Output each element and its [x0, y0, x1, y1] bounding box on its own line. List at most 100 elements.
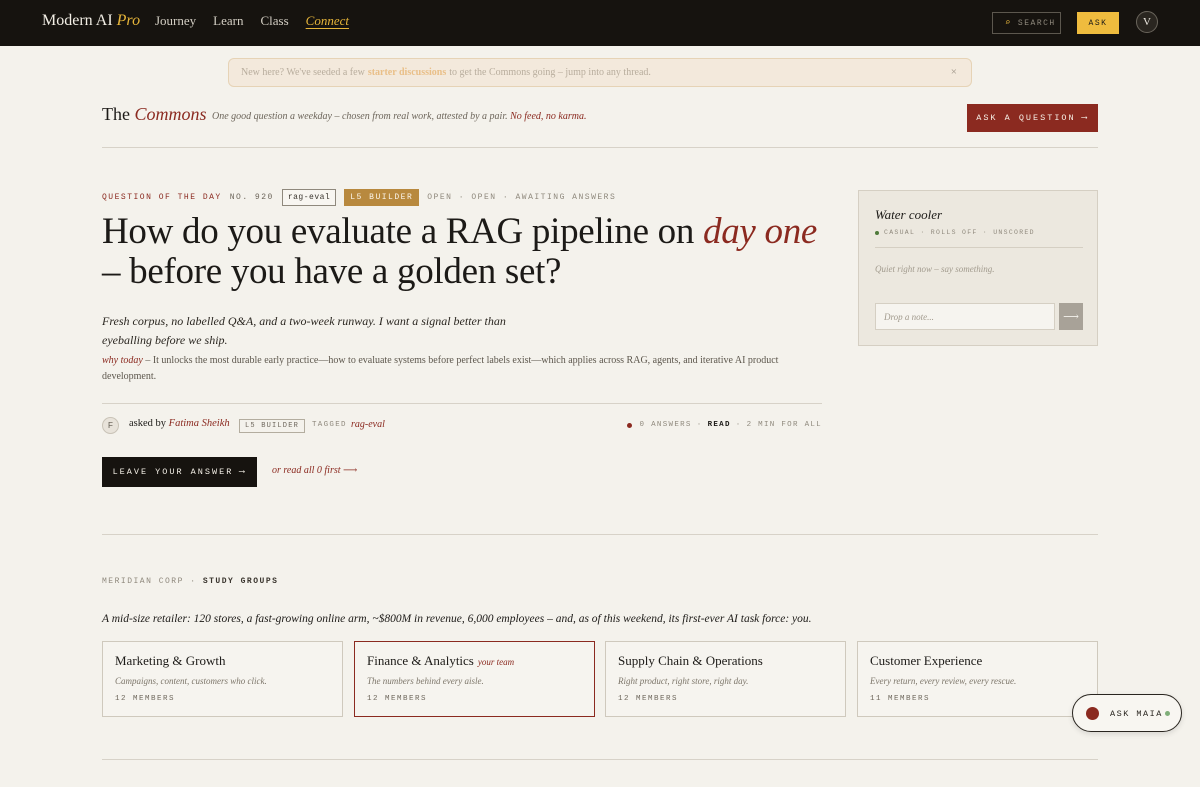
leave-answer-label: LEAVE YOUR ANSWER [112, 467, 234, 477]
status-dot [626, 422, 632, 428]
answer-count: 0 ANSWERS [639, 421, 692, 429]
arrow-right-icon: ⟶ [343, 465, 358, 476]
nav-link-learn[interactable]: Learn [213, 13, 243, 29]
group-title: Customer Experience [870, 653, 983, 668]
page-title: The Commons [102, 104, 207, 125]
water-cooler-title: Water cooler [875, 207, 943, 222]
water-cooler-empty: Quiet right now – say something. [875, 264, 995, 274]
brand-logo[interactable]: Modern AI Pro [42, 12, 140, 30]
ask-question-label: ASK A QUESTION [976, 113, 1076, 123]
study-groups-label: MERIDIAN CORP · STUDY GROUPS [102, 577, 279, 586]
ask-button[interactable]: ASK [1077, 12, 1119, 34]
headline-part-b: – before you have a golden set? [102, 251, 562, 292]
leave-answer-button[interactable]: LEAVE YOUR ANSWER ⟶ [102, 457, 257, 487]
asked-by: asked by Fatima Sheikh [129, 418, 230, 429]
why-today: why today – It unlocks the most durable … [102, 353, 822, 385]
level-badge: L5 BUILDER [344, 189, 420, 206]
group-card-finance[interactable]: Finance & Analytics your team The numbers… [354, 641, 595, 717]
group-card-customer-experience[interactable]: Customer Experience Every return, every … [857, 641, 1098, 717]
title-accent: Commons [134, 104, 207, 124]
read-time: 2 MIN FOR ALL [746, 421, 822, 429]
why-text: – It unlocks the most durable early prac… [102, 355, 779, 382]
group-members: 12 MEMBERS [115, 695, 176, 703]
group-members: 12 MEMBERS [367, 695, 428, 703]
tagged-label: TAGGED [312, 421, 347, 429]
separator: · [735, 421, 742, 429]
tagline-accent: No feed, no karma. [510, 111, 587, 122]
group-card-marketing[interactable]: Marketing & Growth Campaigns, content, c… [102, 641, 343, 717]
online-dot [1165, 711, 1170, 716]
divider [102, 147, 1098, 148]
water-cooler-meta-text: CASUAL · ROLLS OFF · UNSCORED [884, 229, 1035, 236]
divider [102, 403, 822, 404]
nav-link-class[interactable]: Class [260, 13, 288, 29]
group-members: 11 MEMBERS [870, 695, 931, 703]
group-name: Finance & Analytics your team [367, 653, 514, 669]
arrow-right-icon: ⟶ [1081, 113, 1089, 123]
qotd-label: QUESTION OF THE DAY [102, 193, 222, 202]
ask-maia-button[interactable]: ASK MAIA [1072, 694, 1182, 732]
read-all-label: or read all 0 first [272, 465, 341, 476]
page-tagline: One good question a weekday – chosen fro… [212, 111, 587, 122]
study-groups-intro: A mid-size retailer: 120 stores, a fast-… [102, 613, 812, 625]
status-text: OPEN · OPEN · AWAITING ANSWERS [427, 193, 617, 202]
arrow-right-icon: ⟶ [1063, 311, 1079, 323]
group-desc: Campaigns, content, customers who click. [115, 676, 267, 686]
group-name: Supply Chain & Operations [618, 653, 763, 669]
read-label: READ [707, 421, 731, 429]
tag-link[interactable]: rag-eval [351, 419, 385, 430]
arrow-right-icon: ⟶ [239, 467, 247, 477]
group-name: Marketing & Growth [115, 653, 225, 669]
nav-link-journey[interactable]: Journey [155, 13, 196, 29]
close-icon[interactable]: × [951, 66, 957, 78]
nav-link-connect[interactable]: Connect [306, 13, 349, 29]
nav-links: Journey Learn Class Connect [155, 13, 349, 29]
title-prefix: The [102, 104, 130, 124]
search-icon: ⌕ [1005, 18, 1012, 28]
org-name: MERIDIAN CORP [102, 577, 184, 586]
brand-accent: Pro [116, 12, 141, 29]
welcome-banner: New here? We've seeded a few starter dis… [228, 58, 972, 87]
avatar: F [102, 417, 119, 434]
section-name: STUDY GROUPS [202, 577, 279, 586]
asked-by-label: asked by [129, 418, 167, 429]
ask-question-button[interactable]: ASK A QUESTION ⟶ [967, 104, 1098, 132]
group-title: Supply Chain & Operations [618, 653, 763, 668]
asker-name[interactable]: Fatima Sheikh [169, 418, 230, 429]
qotd-meta: QUESTION OF THE DAY NO. 920 rag-eval L5 … [102, 189, 616, 206]
why-label: why today [102, 355, 143, 366]
banner-text-suffix: to get the Commons going – jump into any… [449, 67, 651, 78]
question-stats: 0 ANSWERS · READ · 2 MIN FOR ALL [626, 421, 822, 429]
tag-chip[interactable]: rag-eval [281, 189, 337, 206]
group-desc: Every return, every review, every rescue… [870, 676, 1017, 686]
group-title: Marketing & Growth [115, 653, 226, 668]
divider [102, 759, 1098, 760]
search-button[interactable]: ⌕ SEARCH [992, 12, 1061, 34]
group-card-supply-chain[interactable]: Supply Chain & Operations Right product,… [605, 641, 846, 717]
water-cooler-panel: Water cooler CASUAL · ROLLS OFF · UNSCOR… [858, 190, 1098, 346]
user-avatar[interactable]: V [1136, 11, 1158, 33]
group-name: Customer Experience [870, 653, 982, 669]
banner-text: New here? We've seeded a few [241, 67, 365, 78]
question-lede: Fresh corpus, no labelled Q&A, and a two… [102, 314, 506, 347]
question-headline: How do you evaluate a RAG pipeline on da… [102, 212, 822, 292]
send-button[interactable]: ⟶ [1059, 303, 1083, 330]
qotd-number: NO. 920 [229, 193, 274, 202]
brand-name: Modern AI [42, 12, 113, 29]
asker-level-badge: L5 BUILDER [239, 419, 306, 433]
divider [102, 534, 1098, 535]
ask-maia-label: ASK MAIA [1110, 709, 1163, 719]
your-team-badge: your team [477, 657, 515, 667]
note-input[interactable] [875, 303, 1055, 330]
asker-row: F asked by Fatima Sheikh L5 BUILDER TAGG… [102, 416, 822, 436]
water-cooler-meta: CASUAL · ROLLS OFF · UNSCORED [875, 229, 1035, 236]
read-all-link[interactable]: or read all 0 first ⟶ [272, 465, 357, 476]
divider [875, 247, 1083, 248]
maia-orb-icon [1086, 707, 1099, 720]
headline-part-a: How do you evaluate a RAG pipeline on [102, 211, 695, 252]
banner-link[interactable]: starter discussions [368, 67, 446, 78]
headline-accent: day one [703, 211, 818, 252]
group-desc: The numbers behind every aisle. [367, 676, 484, 686]
group-desc: Right product, right store, right day. [618, 676, 749, 686]
group-title: Finance & Analytics [367, 653, 474, 668]
